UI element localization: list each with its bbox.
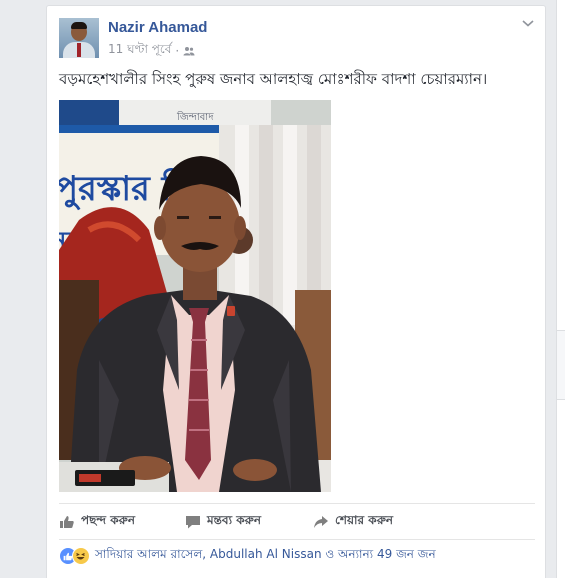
haha-reaction-icon [72, 547, 90, 565]
share-label: শেয়ার করুন [335, 513, 394, 527]
comment-label: মন্তব্য করুন [207, 513, 262, 527]
photo-banner-text: জিন্দাবাদ [176, 111, 214, 123]
reaction-icons [59, 547, 93, 565]
share-icon [314, 516, 328, 528]
right-column-edge [556, 0, 565, 578]
comment-button[interactable]: মন্তব্য করুন [185, 511, 313, 533]
thumbs-up-icon [60, 516, 74, 528]
actions-top-divider [59, 503, 535, 504]
right-column-panel [557, 330, 565, 400]
post-actions-bar: পছন্দ করুন মন্তব্য করুন শেয়ার করুন [59, 511, 535, 533]
reactions-names-text[interactable]: সাদিয়ার আলম রাসেল, Abdullah Al Nissan ও… [95, 546, 436, 566]
like-button[interactable]: পছন্দ করুন [59, 511, 185, 533]
post-photo[interactable]: জিন্দাবাদ পুরস্কার বি নর্ [59, 100, 331, 492]
reactions-top-divider [59, 539, 535, 540]
post-meta: 11 ঘণ্টা পূর্বে · [108, 41, 195, 61]
post-card: Nazir Ahamad 11 ঘণ্টা পূর্বে · বড়মহেশখা… [46, 5, 546, 578]
friends-icon[interactable] [183, 46, 195, 56]
comment-icon [186, 516, 200, 529]
author-name-link[interactable]: Nazir Ahamad [108, 19, 207, 36]
post-options-chevron-icon[interactable] [521, 18, 535, 28]
post-text: বড়মহেশখালীর সিংহ পুরুষ জনাব আলহাজ্ব মোঃ… [59, 70, 488, 88]
like-label: পছন্দ করুন [81, 513, 135, 527]
meta-separator: · [175, 44, 180, 58]
post-timestamp[interactable]: 11 ঘণ্টা পূর্বে [108, 41, 171, 61]
reactions-summary[interactable]: সাদিয়ার আলম রাসেল, Abdullah Al Nissan ও… [59, 546, 436, 566]
author-avatar[interactable] [59, 18, 99, 58]
share-button[interactable]: শেয়ার করুন [313, 511, 393, 533]
